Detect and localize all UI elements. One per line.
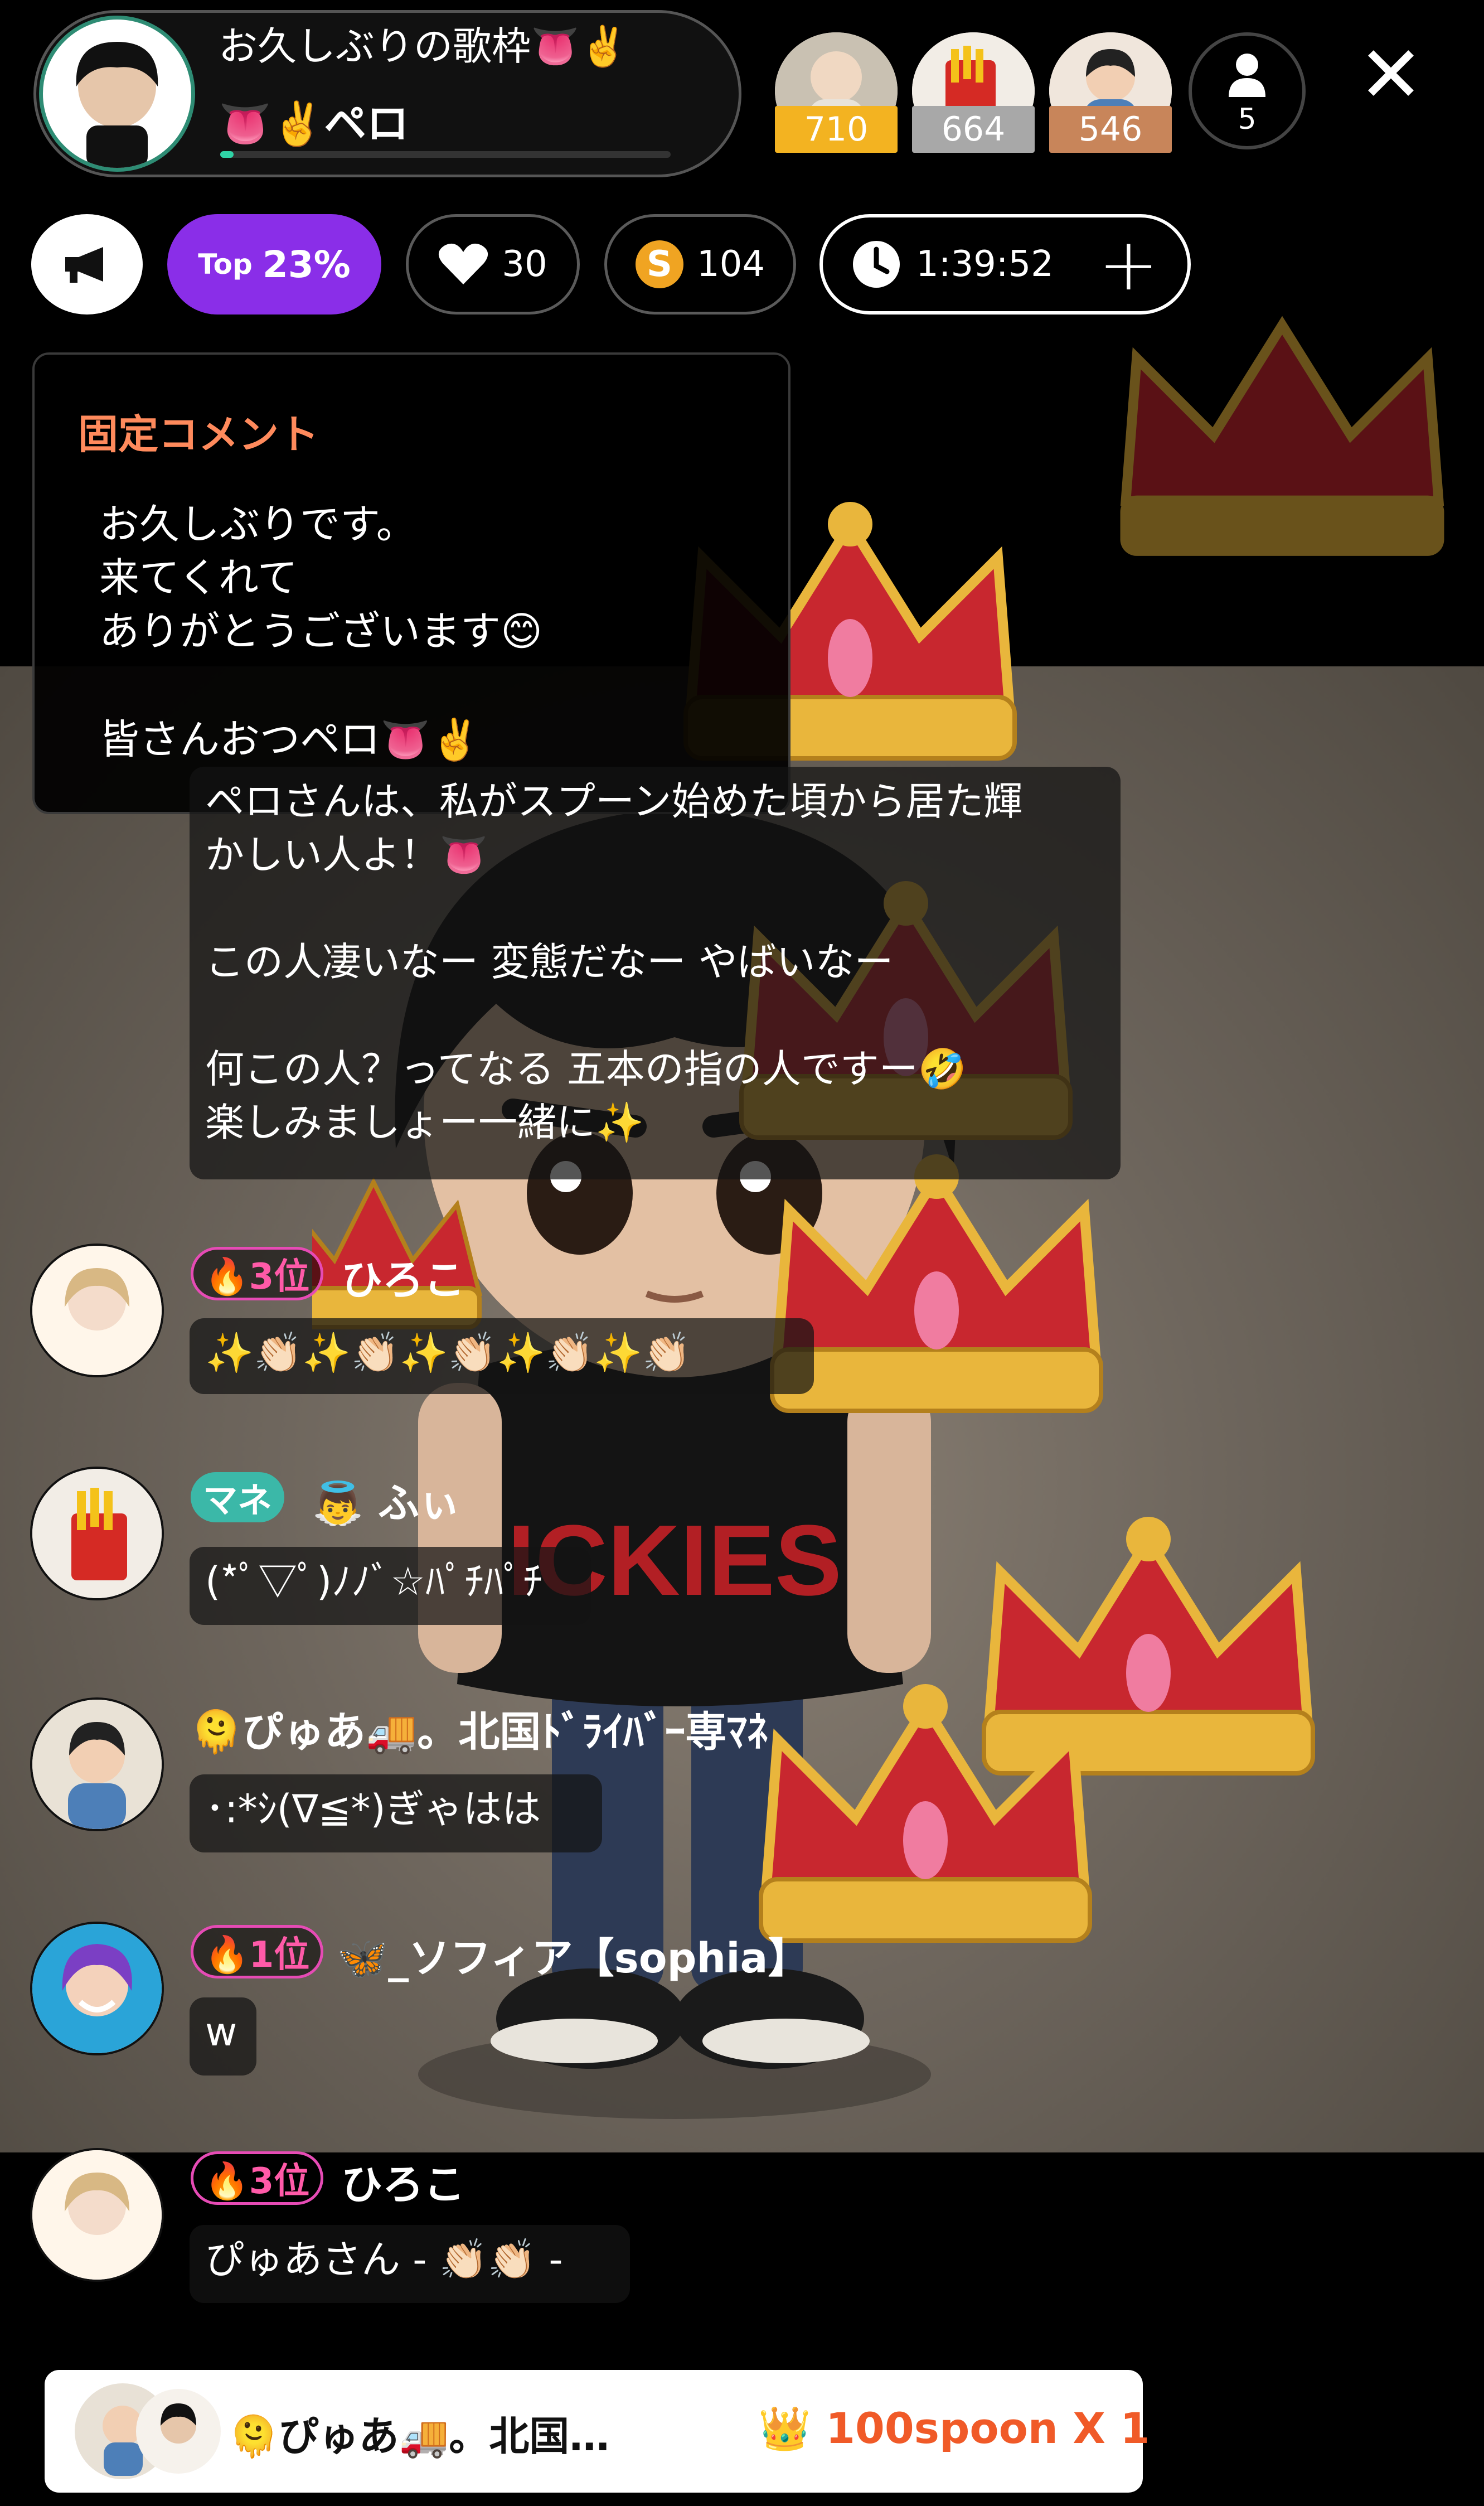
chat-username[interactable]: 🦋_ソフィア【sophia】	[337, 1925, 809, 1985]
chat-username[interactable]: ひろこ	[341, 1247, 465, 1307]
pinned-comment-panel: 固定コメント お久しぶりです。 来てくれて ありがとうございます😊 皆さんおつペ…	[32, 352, 791, 814]
chat-avatar[interactable]	[30, 1922, 164, 2055]
crown-effect-icon	[770, 1154, 1103, 1413]
viewer-list-button[interactable]: 5	[1189, 32, 1306, 149]
host-avatar[interactable]	[39, 16, 195, 172]
clock-icon	[853, 241, 900, 288]
chat-username[interactable]: ひろこ	[341, 2151, 465, 2211]
top-ranking-value: 23%	[262, 243, 351, 286]
chat-avatar[interactable]	[30, 1467, 164, 1600]
chat-message-line: かしい人よ！👅	[205, 832, 488, 878]
chat-avatar[interactable]	[30, 1244, 164, 1377]
rank-badge: 🔥3位	[191, 1247, 324, 1300]
gift-sender-name: 🫠ぴゅあ🚚。北国…	[229, 2413, 610, 2460]
broadcast-title: お久しぶりの歌枠👅✌️	[219, 23, 628, 69]
pinned-comment-line: 来てくれて	[99, 554, 298, 601]
heart-count: 30	[502, 244, 547, 285]
broadcast-timer-pill[interactable]: 1:39:52 +	[819, 214, 1191, 315]
chat-avatar[interactable]	[30, 2148, 164, 2282]
gift-notification-toast[interactable]: 🫠ぴゅあ🚚。北国… 👑 100spoon X 1	[45, 2370, 1150, 2493]
spoon-coin-icon: S	[635, 240, 683, 288]
host-level-progress	[220, 151, 671, 158]
host-level-progress-fill	[220, 151, 234, 158]
gift-sender-avatars	[75, 2383, 221, 2479]
top-ranking-prefix: Top	[198, 248, 253, 280]
gift-description: 👑 100spoon X 1	[758, 2403, 1150, 2453]
chat-message-bubble: ぴゅあさん - 👏🏻👏🏻 -	[190, 2225, 630, 2303]
chat-message-bubble: (*ﾟ▽ﾟ)ﾉﾉﾞ☆ﾊﾟﾁﾊﾟﾁ	[190, 1547, 591, 1625]
megaphone-icon	[65, 247, 103, 283]
pinned-comment-label: 固定コメント	[78, 411, 319, 458]
chat-message-line	[205, 989, 1105, 1042]
pinned-comment-line: 皆さんおつペロ👅✌️	[99, 716, 481, 763]
top-fan-count-1: 710	[775, 106, 898, 153]
top-fan-count-3: 546	[1049, 106, 1172, 153]
chat-username[interactable]: 👼 ふぃ	[312, 1470, 460, 1530]
chat-message-bubble: ✨👏🏻✨👏🏻✨👏🏻✨👏🏻✨👏🏻	[190, 1318, 814, 1394]
top-fan-count-2: 664	[912, 106, 1035, 153]
chat-message-line	[205, 882, 1105, 935]
add-time-button[interactable]: +	[1098, 228, 1159, 301]
top-ranking-pill[interactable]: Top 23%	[167, 214, 381, 315]
chat-message-bubble: ペロさんは、私がスプーン始めた頃から居た輝 かしい人よ！👅 この人凄いなー 変態…	[190, 767, 1121, 1179]
manager-badge: マネ	[191, 1472, 285, 1522]
chat-message-bubble: w	[190, 1997, 256, 2076]
chat-message-line: 楽しみましょー一緒に✨	[205, 1100, 644, 1145]
close-icon[interactable]: ✕	[1355, 36, 1427, 114]
rank-badge: 🔥3位	[191, 2151, 324, 2205]
chat-avatar[interactable]	[30, 1697, 164, 1831]
heart-count-pill[interactable]: 30	[406, 214, 580, 315]
chat-message-line: 何この人？ってなる 五本の指の人ですー🤣	[205, 1046, 967, 1092]
viewer-count: 5	[1238, 103, 1257, 136]
chat-message-bubble: ･:*ｼ(∇≦*)ぎゃはは	[190, 1774, 602, 1852]
crown-effect-icon	[1120, 316, 1444, 556]
spoon-count-pill[interactable]: S 104	[604, 214, 796, 315]
chat-username[interactable]: 🫠ぴゅあ🚚。北国ﾄﾞﾗｲﾊﾞｰ専ﾏﾈ	[191, 1699, 768, 1758]
chat-message-line: ペロさんは、私がスプーン始めた頃から居た輝	[205, 778, 1023, 824]
chat-message-line: この人凄いなー 変態だなー やばいなー	[205, 939, 894, 985]
spoon-count: 104	[696, 244, 765, 285]
announcement-button[interactable]	[31, 214, 143, 315]
pinned-comment-line: ありがとうございます😊	[99, 608, 543, 655]
host-name: 👅✌️ペロ	[219, 99, 409, 148]
pinned-comment-line: お久しぶりです。	[99, 501, 416, 548]
rank-badge: 🔥1位	[191, 1925, 324, 1978]
heart-icon	[439, 243, 488, 284]
broadcast-timer: 1:39:52	[916, 244, 1054, 285]
person-icon	[1229, 54, 1265, 97]
